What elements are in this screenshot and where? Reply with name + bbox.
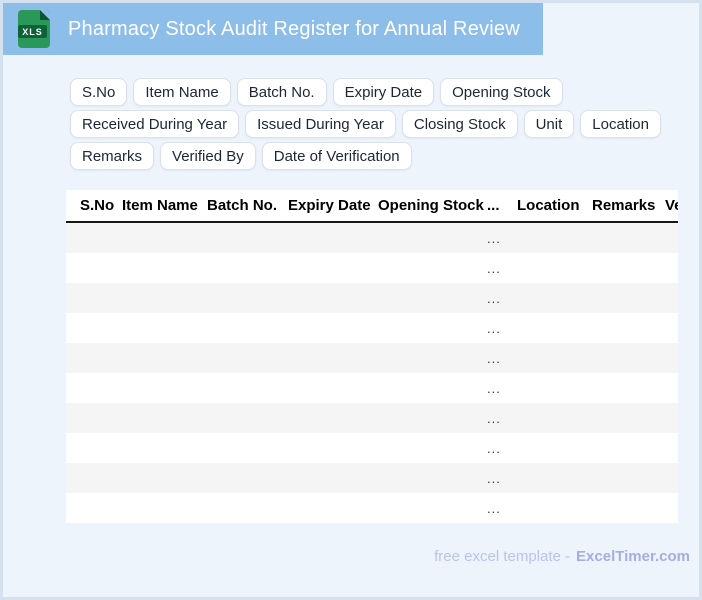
collapsed-cell: ... (487, 260, 501, 276)
table-row: ... (66, 253, 678, 283)
table-body: .............................. (66, 223, 678, 523)
xls-file-icon-fold (40, 10, 50, 20)
chip-item-name[interactable]: Item Name (133, 78, 231, 106)
preview-table: S.No Item Name Batch No. Expiry Date Ope… (66, 190, 678, 523)
table-row: ... (66, 373, 678, 403)
chip-location[interactable]: Location (580, 110, 661, 138)
column-header-batch-no: Batch No. (207, 197, 278, 214)
column-header-item-name: Item Name (122, 197, 198, 214)
chip-remarks[interactable]: Remarks (70, 142, 155, 170)
collapsed-cell: ... (487, 320, 501, 336)
xls-file-badge: XLS (18, 25, 47, 38)
column-header-expiry-date: Expiry Date (288, 197, 371, 214)
chip-date-of-verification[interactable]: Date of Verification (261, 142, 412, 170)
footer-brand: ExcelTimer.com (576, 548, 690, 565)
column-header-collapsed: ... (487, 197, 500, 214)
column-header-opening-stock: Opening Stock (378, 197, 484, 214)
chip-expiry-date[interactable]: Expiry Date (332, 78, 435, 106)
collapsed-cell: ... (487, 290, 501, 306)
collapsed-cell: ... (487, 230, 501, 246)
column-header-remarks: Remarks (592, 197, 656, 214)
chip-opening-stock[interactable]: Opening Stock (440, 78, 563, 106)
collapsed-cell: ... (487, 470, 501, 486)
table-row: ... (66, 463, 678, 493)
chip-s-no[interactable]: S.No (70, 78, 128, 106)
footer-credit: free excel template - ExcelTimer.com (434, 548, 690, 565)
collapsed-cell: ... (487, 440, 501, 456)
collapsed-cell: ... (487, 350, 501, 366)
chip-issued-during-year[interactable]: Issued During Year (245, 110, 396, 138)
table-row: ... (66, 283, 678, 313)
table-row: ... (66, 313, 678, 343)
footer-credit-text: free excel template - (434, 548, 571, 565)
collapsed-cell: ... (487, 410, 501, 426)
table-row: ... (66, 433, 678, 463)
collapsed-cell: ... (487, 380, 501, 396)
chip-verified-by[interactable]: Verified By (160, 142, 256, 170)
column-header-verified-by: Verified By (665, 197, 678, 214)
column-header-location: Location (517, 197, 580, 214)
xls-file-icon: XLS (18, 10, 50, 48)
chip-received-during-year[interactable]: Received During Year (70, 110, 240, 138)
table-row: ... (66, 343, 678, 373)
page-title: Pharmacy Stock Audit Register for Annual… (68, 17, 520, 40)
field-chip-list: S.No Item Name Batch No. Expiry Date Ope… (70, 78, 699, 170)
chip-closing-stock[interactable]: Closing Stock (401, 110, 518, 138)
table-header-row: S.No Item Name Batch No. Expiry Date Ope… (66, 190, 678, 223)
table-row: ... (66, 223, 678, 253)
collapsed-cell: ... (487, 500, 501, 516)
table-row: ... (66, 403, 678, 433)
template-preview-card: XLS Pharmacy Stock Audit Register for An… (0, 0, 702, 600)
chip-batch-no[interactable]: Batch No. (236, 78, 327, 106)
column-header-s-no: S.No (80, 197, 115, 214)
table-row: ... (66, 493, 678, 523)
chip-unit[interactable]: Unit (523, 110, 575, 138)
header-bar: XLS Pharmacy Stock Audit Register for An… (3, 3, 543, 55)
